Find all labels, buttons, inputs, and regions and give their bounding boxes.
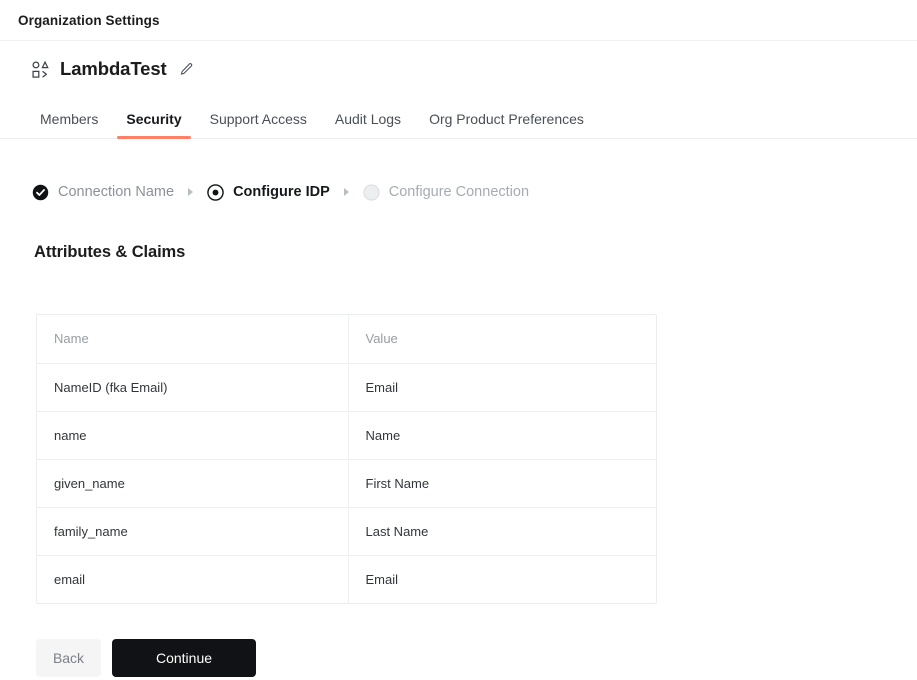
table-header-row: Name Value xyxy=(37,315,656,364)
check-circle-filled-icon xyxy=(32,184,49,201)
cell-name: family_name xyxy=(37,507,349,556)
wizard-actions: Back Continue xyxy=(0,639,917,677)
circle-empty-icon xyxy=(363,183,380,201)
column-header-name: Name xyxy=(37,315,349,364)
tab-members[interactable]: Members xyxy=(31,111,107,138)
tab-security[interactable]: Security xyxy=(117,111,191,139)
radio-selected-icon xyxy=(207,183,224,201)
table-row: family_name Last Name xyxy=(37,507,656,556)
step-label: Configure Connection xyxy=(388,184,530,200)
cell-name: name xyxy=(37,411,349,460)
cell-value: Name xyxy=(348,411,656,460)
edit-org-name-button[interactable] xyxy=(177,59,197,79)
topbar: Organization Settings xyxy=(0,0,917,41)
cell-value: Email xyxy=(365,571,399,587)
table-row: email Email xyxy=(37,555,656,603)
caret-right-icon xyxy=(343,188,349,196)
cell-value: Last Name xyxy=(348,507,656,556)
table-row: given_name First Name xyxy=(37,459,656,508)
page-title: Organization Settings xyxy=(18,12,160,28)
section-title: Attributes & Claims xyxy=(34,243,186,261)
cell-name: email xyxy=(37,555,349,603)
org-header: LambdaTest xyxy=(0,41,917,85)
cell-name: given_name xyxy=(37,459,349,508)
tab-audit-logs[interactable]: Audit Logs xyxy=(326,111,410,138)
table-row: NameID (fka Email) Email xyxy=(37,363,656,412)
pencil-icon xyxy=(179,62,194,77)
step-configure-connection[interactable]: Configure Connection xyxy=(363,183,530,201)
shapes-icon xyxy=(31,60,50,79)
wizard-stepper: Connection Name Configure IDP Configure … xyxy=(0,181,917,203)
step-label: Configure IDP xyxy=(233,184,330,200)
tab-support-access[interactable]: Support Access xyxy=(201,111,316,138)
step-connection-name[interactable]: Connection Name xyxy=(32,184,174,201)
cell-value: First Name xyxy=(348,459,656,508)
settings-tabs: Members Security Support Access Audit Lo… xyxy=(0,94,917,139)
continue-button[interactable]: Continue xyxy=(112,639,256,677)
step-label: Connection Name xyxy=(58,184,175,200)
cell-name: NameID (fka Email) xyxy=(37,363,349,412)
attributes-claims-table: Name Value NameID (fka Email) Email name… xyxy=(36,314,657,604)
column-header-value: Value xyxy=(348,315,656,364)
tab-org-product-preferences[interactable]: Org Product Preferences xyxy=(420,111,593,138)
back-button[interactable]: Back xyxy=(36,639,101,677)
table-row: name Name xyxy=(37,411,656,460)
step-configure-idp[interactable]: Configure IDP xyxy=(207,183,330,201)
org-name: LambdaTest xyxy=(60,58,167,79)
caret-right-icon xyxy=(188,188,194,196)
cell-value: Email xyxy=(348,363,656,412)
